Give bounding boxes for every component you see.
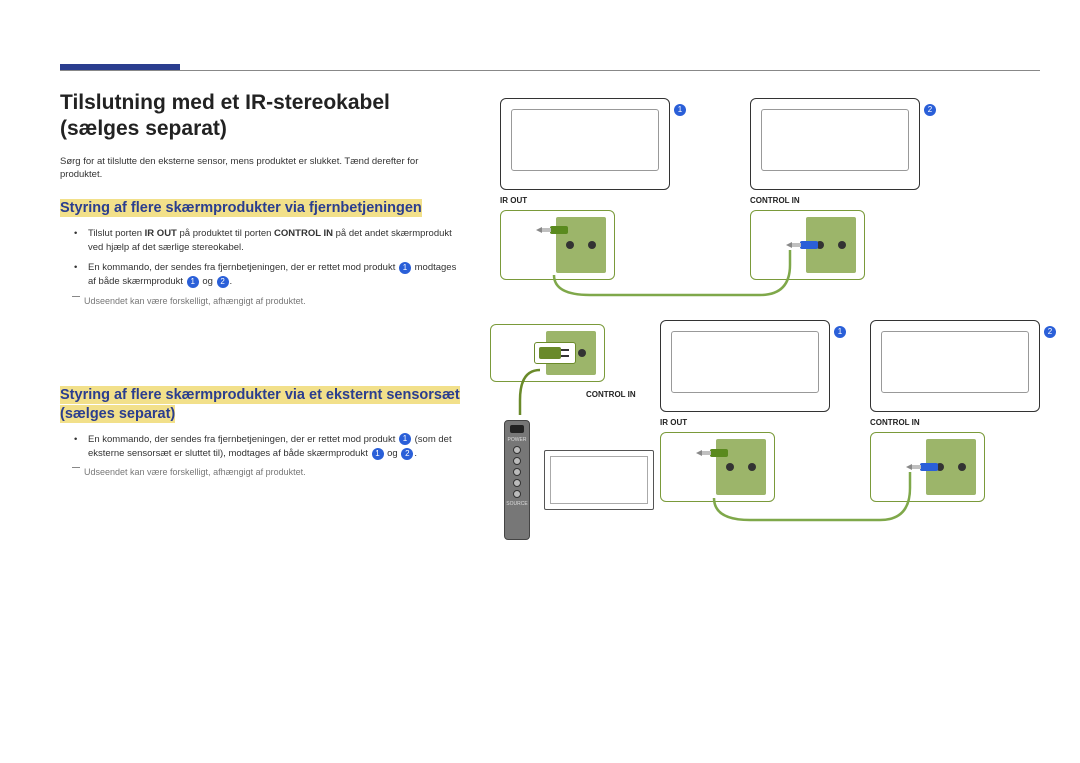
label-ir-out: IR OUT <box>500 196 527 205</box>
section-sensor: Styring af flere skærmprodukter via et e… <box>60 386 460 478</box>
remote-control-icon: POWER SOURCE <box>504 420 530 540</box>
num-badge-1-icon: 1 <box>372 448 384 460</box>
monitor-1-icon: 1 <box>500 98 670 190</box>
audio-plug-blue-icon <box>786 238 820 250</box>
num-badge-2-icon: 2 <box>401 448 413 460</box>
num-badge-2-icon: 2 <box>1044 326 1056 338</box>
num-badge-2-icon: 2 <box>217 276 229 288</box>
external-sensor-icon <box>544 450 654 510</box>
num-badge-1-icon: 1 <box>399 433 411 445</box>
sensor-connector-icon <box>534 342 576 364</box>
label-control-in: CONTROL IN <box>870 418 920 427</box>
audio-plug-green-icon <box>536 223 570 235</box>
port-box-ir-out <box>660 432 775 502</box>
bullet-command-both: En kommando, der sendes fra fjernbetjeni… <box>78 261 460 290</box>
num-badge-1-icon: 1 <box>399 262 411 274</box>
monitor-1-icon: 1 <box>660 320 830 412</box>
monitor-2-icon: 2 <box>870 320 1040 412</box>
section-remote: Styring af flere skærmprodukter via fjer… <box>60 199 460 306</box>
section1-note: Udseendet kan være forskelligt, afhængig… <box>84 296 460 306</box>
label-ir-out: IR OUT <box>660 418 687 427</box>
num-badge-1-icon: 1 <box>674 104 686 116</box>
label-control-in: CONTROL IN <box>586 390 636 399</box>
bullet-sensor-command: En kommando, der sendes fra fjernbetjeni… <box>78 433 460 462</box>
monitor-2-icon: 2 <box>750 98 920 190</box>
text-column: Tilslutning med et IR-stereokabel (sælge… <box>60 90 460 580</box>
intro-text: Sørg for at tilslutte den eksterne senso… <box>60 155 460 182</box>
page-content: Tilslutning med et IR-stereokabel (sælge… <box>60 90 1020 580</box>
num-badge-1-icon: 1 <box>187 276 199 288</box>
section1-heading: Styring af flere skærmprodukter via fjer… <box>60 199 422 217</box>
num-badge-1-icon: 1 <box>834 326 846 338</box>
bullet-connect-ports: Tilslut porten IR OUT på produktet til p… <box>78 227 460 256</box>
audio-plug-blue-icon <box>906 460 940 472</box>
section2-note: Udseendet kan være forskelligt, afhængig… <box>84 467 460 477</box>
page-title: Tilslutning med et IR-stereokabel (sælge… <box>60 90 460 143</box>
audio-plug-green-icon <box>696 446 730 458</box>
diagram-column: 1 2 IR OUT CONTROL IN <box>490 90 1020 580</box>
header-rule <box>60 70 1040 71</box>
section2-heading: Styring af flere skærmprodukter via et e… <box>60 386 460 424</box>
section2-bullets: En kommando, der sendes fra fjernbetjeni… <box>78 433 460 462</box>
port-box-ir-out <box>500 210 615 280</box>
section1-bullets: Tilslut porten IR OUT på produktet til p… <box>78 227 460 290</box>
figure-remote-connection: 1 2 IR OUT CONTROL IN <box>490 90 1020 310</box>
num-badge-2-icon: 2 <box>924 104 936 116</box>
label-control-in: CONTROL IN <box>750 196 800 205</box>
figure-sensor-connection: 1 2 IR OUT CONTROL IN CONTROL IN <box>490 320 1020 580</box>
